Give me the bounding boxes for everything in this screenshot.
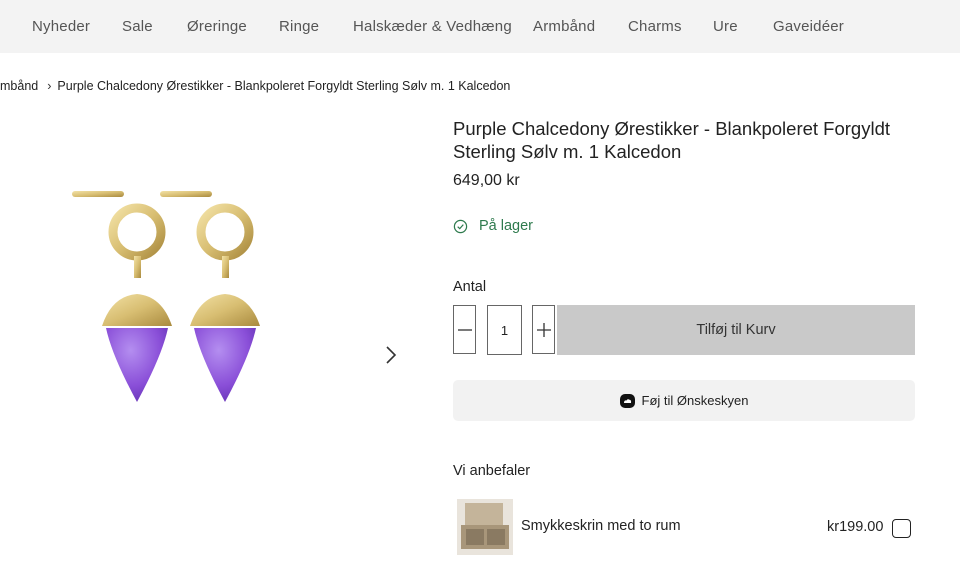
product-title: Purple Chalcedony Ørestikker - Blankpole… bbox=[453, 118, 890, 162]
product-price: 649,00 kr bbox=[453, 172, 520, 189]
nav-item-ure[interactable]: Ure bbox=[713, 0, 738, 53]
cloud-icon bbox=[619, 393, 635, 408]
nav-item-gaveideer[interactable]: Gaveidéer bbox=[773, 0, 844, 53]
chevron-right-icon[interactable] bbox=[380, 343, 402, 367]
nav-item-sale[interactable]: Sale bbox=[122, 0, 153, 53]
stock-label: På lager bbox=[479, 218, 534, 234]
nav-item-charms[interactable]: Charms bbox=[628, 0, 682, 53]
quantity-increase-button[interactable] bbox=[532, 305, 555, 354]
recommendation-item: Smykkeskrin med to rum kr199.00 bbox=[453, 497, 923, 557]
breadcrumb-chevron-icon: › bbox=[47, 79, 52, 93]
nav-item-nyheder[interactable]: Nyheder bbox=[32, 0, 90, 53]
recommendation-price: kr199.00 bbox=[827, 519, 884, 535]
earrings-image bbox=[72, 191, 260, 402]
add-to-wishlist-button[interactable]: Føj til Ønskeskyen bbox=[453, 380, 915, 421]
breadcrumb: mbånd › Purple Chalcedony Ørestikker - Bla… bbox=[0, 79, 510, 93]
breadcrumb-parent-link[interactable]: mbånd bbox=[0, 79, 38, 93]
nav-item-halskaeder[interactable]: Halskæder & Vedhæng bbox=[353, 0, 512, 53]
check-circle-icon bbox=[453, 219, 468, 233]
plus-icon bbox=[536, 322, 551, 337]
recommendation-checkbox[interactable] bbox=[892, 519, 911, 538]
jewelry-box-thumbnail bbox=[457, 499, 513, 555]
earring-left bbox=[72, 191, 172, 402]
earring-right bbox=[160, 191, 260, 402]
add-to-cart-button[interactable]: Tilføj til Kurv bbox=[557, 305, 915, 355]
recommendations-heading: Vi anbefaler bbox=[453, 463, 531, 479]
stock-status: På lager bbox=[453, 218, 533, 234]
nav-item-ringe[interactable]: Ringe bbox=[279, 0, 319, 53]
wishlist-label: Føj til Ønskeskyen bbox=[641, 393, 749, 408]
quantity-input[interactable] bbox=[487, 305, 522, 355]
breadcrumb-current: Purple Chalcedony Ørestikker - Blankpole… bbox=[57, 79, 511, 93]
minus-icon bbox=[457, 328, 472, 331]
nav-item-armbaand[interactable]: Armbånd bbox=[533, 0, 595, 53]
main-navigation: Nyheder Sale Øreringe Ringe Halskæder & … bbox=[0, 0, 960, 53]
recommendation-name: Smykkeskrin med to rum bbox=[521, 518, 681, 534]
quantity-decrease-button[interactable] bbox=[453, 305, 476, 354]
quantity-label: Antal bbox=[453, 279, 487, 295]
product-image[interactable] bbox=[40, 170, 300, 420]
nav-item-oreringe[interactable]: Øreringe bbox=[187, 0, 247, 53]
